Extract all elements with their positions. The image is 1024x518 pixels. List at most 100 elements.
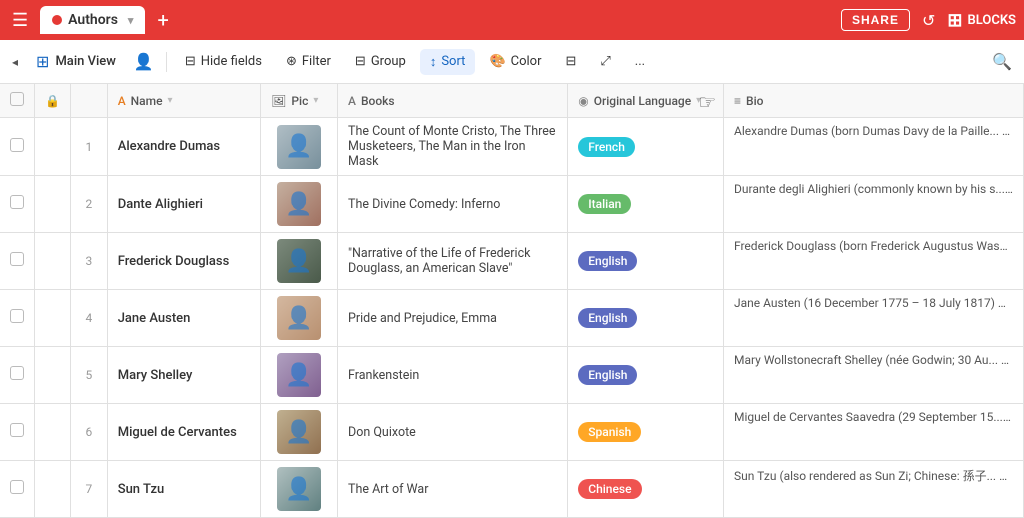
name-sort-icon: ▾: [168, 95, 173, 106]
photo-placeholder: 👤: [285, 306, 312, 331]
hide-fields-label: Hide fields: [201, 54, 262, 69]
th-bio[interactable]: ≡ Bio: [724, 84, 1024, 118]
table-row[interactable]: 4 Jane Austen 👤 Pride and Prejudice, Emm…: [0, 290, 1024, 347]
row-checkbox-cell[interactable]: [0, 461, 35, 518]
th-name[interactable]: A Name ▾: [107, 84, 260, 118]
th-number: [70, 84, 107, 118]
table-row[interactable]: 5 Mary Shelley 👤 Frankenstein English Ma…: [0, 347, 1024, 404]
author-photo: 👤: [277, 239, 321, 283]
row-checkbox[interactable]: [10, 195, 24, 209]
row-checkbox-cell[interactable]: [0, 176, 35, 233]
row-language: English: [568, 233, 724, 290]
toolbar: ◂ ⊞ Main View 👤 ⊟ Hide fields ⊛ Filter ⊟…: [0, 40, 1024, 84]
books-icon: A: [348, 94, 356, 108]
row-author-name: Alexandre Dumas: [107, 118, 260, 176]
row-bio: Frederick Douglass (born Frederick Augus…: [724, 233, 1024, 290]
row-books: The Count of Monte Cristo, The Three Mus…: [338, 118, 568, 176]
row-bio: Miguel de Cervantes Saavedra (29 Septemb…: [724, 404, 1024, 461]
row-language: French: [568, 118, 724, 176]
row-language: Spanish: [568, 404, 724, 461]
row-language: English: [568, 347, 724, 404]
row-checkbox-cell[interactable]: [0, 118, 35, 176]
group-button[interactable]: ⊟ Group: [345, 49, 416, 74]
row-checkbox-cell[interactable]: [0, 233, 35, 290]
th-books[interactable]: A Books: [338, 84, 568, 118]
blocks-icon: ⊞: [947, 10, 962, 31]
row-author-name: Frederick Douglass: [107, 233, 260, 290]
main-view-button[interactable]: ⊞ Main View: [26, 47, 126, 76]
sidebar-toggle[interactable]: ◂: [8, 51, 22, 73]
table-row[interactable]: 6 Miguel de Cervantes 👤 Don Quixote Span…: [0, 404, 1024, 461]
row-checkbox[interactable]: [10, 423, 24, 437]
table-row[interactable]: 2 Dante Alighieri 👤 The Divine Comedy: I…: [0, 176, 1024, 233]
filter-button[interactable]: ⊛ Filter: [276, 49, 341, 74]
row-checkbox[interactable]: [10, 309, 24, 323]
grid-icon: ⊞: [36, 52, 49, 71]
filter-icon: ⊛: [286, 54, 297, 69]
row-height-button[interactable]: ⊟: [555, 49, 586, 74]
language-badge: Spanish: [578, 422, 641, 442]
hide-fields-button[interactable]: ⊟ Hide fields: [175, 49, 272, 74]
hide-fields-icon: ⊟: [185, 54, 196, 69]
row-checkbox-cell[interactable]: [0, 347, 35, 404]
th-checkbox[interactable]: [0, 84, 35, 118]
row-author-name: Miguel de Cervantes: [107, 404, 260, 461]
row-books: Pride and Prejudice, Emma: [338, 290, 568, 347]
search-button[interactable]: 🔍: [988, 48, 1016, 75]
filter-label: Filter: [302, 54, 331, 69]
photo-placeholder: 👤: [285, 477, 312, 502]
sort-button[interactable]: ↕ Sort: [420, 49, 476, 75]
blocks-button[interactable]: ⊞ BLOCKS: [947, 10, 1016, 31]
header-row: 🔒 A Name ▾ 🖼 Pic ▾: [0, 84, 1024, 118]
authors-tab[interactable]: Authors ▾: [40, 6, 145, 34]
share-view-icon[interactable]: 👤: [130, 48, 158, 75]
row-expand-cell: [35, 290, 71, 347]
top-bar: ☰ Authors ▾ + SHARE ↺ ⊞ BLOCKS: [0, 0, 1024, 40]
pic-sort-icon: ▾: [313, 95, 318, 106]
author-photo: 👤: [277, 410, 321, 454]
author-photo: 👤: [277, 353, 321, 397]
row-checkbox[interactable]: [10, 252, 24, 266]
table-row[interactable]: 3 Frederick Douglass 👤 "Narrative of the…: [0, 233, 1024, 290]
row-number: 1: [70, 118, 107, 176]
row-checkbox-cell[interactable]: [0, 290, 35, 347]
more-button[interactable]: ...: [625, 49, 655, 74]
photo-placeholder: 👤: [285, 363, 312, 388]
row-photo-cell: 👤: [261, 461, 338, 518]
row-checkbox-cell[interactable]: [0, 404, 35, 461]
table-row[interactable]: 1 Alexandre Dumas 👤 The Count of Monte C…: [0, 118, 1024, 176]
row-expand-cell: [35, 118, 71, 176]
expand-icon: ⤢: [600, 54, 610, 69]
row-checkbox[interactable]: [10, 480, 24, 494]
th-pic[interactable]: 🖼 Pic ▾: [261, 84, 338, 118]
language-badge: English: [578, 365, 637, 385]
row-number: 2: [70, 176, 107, 233]
language-badge: English: [578, 308, 637, 328]
photo-placeholder: 👤: [285, 134, 312, 159]
expand-button[interactable]: ⤢: [590, 49, 620, 74]
row-expand-cell: [35, 461, 71, 518]
header-checkbox[interactable]: [10, 92, 24, 106]
row-number: 6: [70, 404, 107, 461]
th-language[interactable]: ◉ Original Language ▾ ☞: [568, 84, 724, 118]
add-tab-button[interactable]: +: [157, 8, 168, 32]
row-number: 7: [70, 461, 107, 518]
row-books: The Art of War: [338, 461, 568, 518]
table-container: 🔒 A Name ▾ 🖼 Pic ▾: [0, 84, 1024, 518]
row-checkbox[interactable]: [10, 138, 24, 152]
row-bio: Mary Wollstonecraft Shelley (née Godwin;…: [724, 347, 1024, 404]
bio-header-label: Bio: [746, 94, 763, 108]
row-checkbox[interactable]: [10, 366, 24, 380]
menu-icon[interactable]: ☰: [8, 6, 32, 35]
row-language: Chinese: [568, 461, 724, 518]
history-button[interactable]: ↺: [922, 11, 935, 30]
table-row[interactable]: 7 Sun Tzu 👤 The Art of War Chinese Sun T…: [0, 461, 1024, 518]
color-label: Color: [511, 54, 542, 69]
pic-header-label: Pic: [291, 94, 308, 108]
row-language: English: [568, 290, 724, 347]
color-button[interactable]: 🎨 Color: [479, 49, 551, 74]
row-language: Italian: [568, 176, 724, 233]
share-button[interactable]: SHARE: [841, 9, 910, 31]
row-bio: Sun Tzu (also rendered as Sun Zi; Chines…: [724, 461, 1024, 518]
tab-dropdown-icon[interactable]: ▾: [128, 14, 134, 27]
